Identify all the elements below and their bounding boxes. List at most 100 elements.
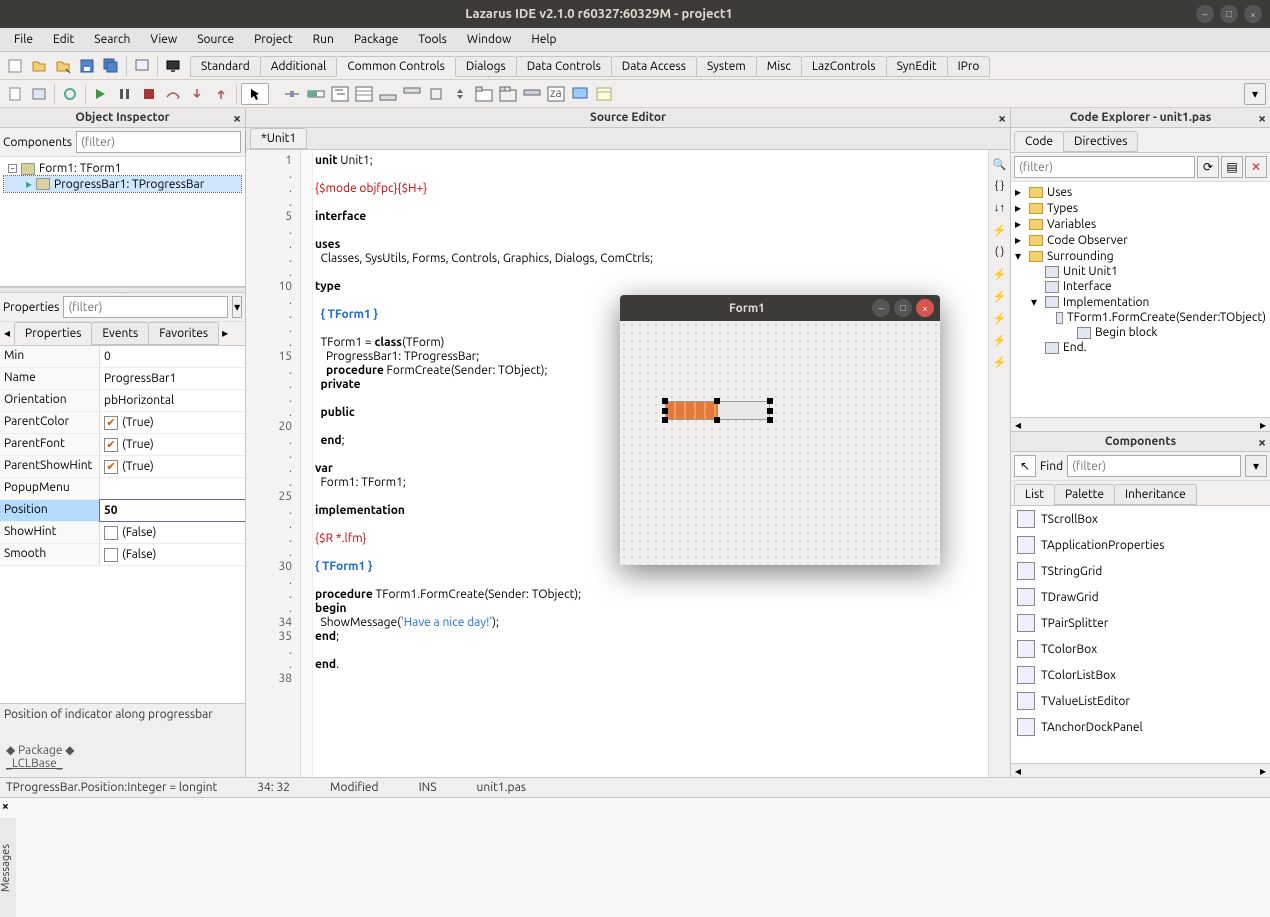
checkbox-icon[interactable]: [104, 416, 118, 430]
explorer-node[interactable]: Interface: [1013, 279, 1268, 294]
menu-project[interactable]: Project: [244, 31, 303, 48]
palette-tab-synedit[interactable]: SynEdit: [886, 56, 948, 77]
property-value[interactable]: ProgressBar1: [100, 368, 245, 389]
explorer-node[interactable]: ▸Code Observer: [1013, 232, 1268, 248]
resize-handle[interactable]: [662, 408, 668, 414]
explorer-node[interactable]: Unit Unit1: [1013, 264, 1268, 279]
component-popupnotifier-icon[interactable]: [569, 83, 591, 105]
component-datetimepicker-icon[interactable]: [593, 83, 615, 105]
form-titlebar[interactable]: Form1 – □ ×: [620, 295, 940, 321]
property-row[interactable]: ParentFont(True): [0, 434, 245, 456]
minimize-icon[interactable]: –: [872, 299, 890, 317]
brackets-icon[interactable]: { }: [992, 178, 1008, 194]
lightning-icon[interactable]: ⚡: [992, 354, 1008, 370]
jump-to-icon[interactable]: 🔍: [992, 156, 1008, 172]
menu-window[interactable]: Window: [457, 31, 521, 48]
sort-icon[interactable]: ↓↑: [992, 200, 1008, 216]
explorer-node[interactable]: TForm1.FormCreate(Sender:TObject): [1013, 310, 1268, 325]
filter-icon[interactable]: ▾: [232, 296, 242, 318]
tree-node[interactable]: ▸ProgressBar1: TProgressBar: [4, 176, 241, 192]
property-row[interactable]: ParentShowHint(True): [0, 456, 245, 478]
component-tree[interactable]: −Form1: TForm1▸ProgressBar1: TProgressBa…: [0, 157, 245, 287]
palette-tab-additional[interactable]: Additional: [260, 56, 338, 77]
save-all-icon[interactable]: [100, 55, 122, 77]
component-progressbar-icon[interactable]: [305, 83, 327, 105]
refresh-icon[interactable]: ⟳: [1197, 156, 1219, 178]
lightning-icon[interactable]: ⚡: [992, 310, 1008, 326]
close-icon[interactable]: ×: [998, 110, 1006, 126]
menu-package[interactable]: Package: [344, 31, 409, 48]
step-out-icon[interactable]: [210, 83, 232, 105]
menu-search[interactable]: Search: [84, 31, 140, 48]
explorer-node[interactable]: ▸Variables: [1013, 216, 1268, 232]
explorer-tab-code[interactable]: Code: [1014, 131, 1064, 152]
close-icon[interactable]: ×: [1258, 434, 1266, 450]
pause-icon[interactable]: [114, 83, 136, 105]
property-row[interactable]: NameProgressBar1: [0, 368, 245, 390]
messages-label[interactable]: Messages: [0, 818, 16, 917]
property-value[interactable]: pbHorizontal: [100, 390, 245, 411]
expander-icon[interactable]: ▸: [1015, 233, 1025, 247]
checkbox-icon[interactable]: [104, 548, 118, 562]
component-list-item[interactable]: TValueListEditor: [1011, 688, 1270, 714]
maximize-icon[interactable]: □: [1220, 5, 1238, 23]
property-value[interactable]: (False): [100, 522, 245, 543]
new-form2-icon[interactable]: [28, 83, 50, 105]
property-value[interactable]: (True): [100, 456, 245, 477]
properties-filter-input[interactable]: [63, 296, 228, 318]
palette-tab-ipro[interactable]: IPro: [947, 56, 991, 77]
pointer-tool-icon[interactable]: ↖: [1014, 455, 1036, 477]
open-icon[interactable]: [28, 55, 50, 77]
scrollbar-horizontal[interactable]: ◂▸: [1011, 417, 1270, 431]
scroll-left-icon[interactable]: ◂: [0, 322, 14, 345]
explorer-node[interactable]: Begin block: [1013, 325, 1268, 340]
component-list-item[interactable]: TAnchorDockPanel: [1011, 714, 1270, 740]
new-unit-icon[interactable]: [4, 83, 26, 105]
lightning-icon[interactable]: ⚡: [992, 266, 1008, 282]
clear-filter-icon[interactable]: ✕: [1245, 156, 1267, 178]
components-tab-list[interactable]: List: [1014, 484, 1055, 505]
monitor-icon[interactable]: [162, 55, 184, 77]
resize-handle[interactable]: [714, 417, 720, 423]
menu-file[interactable]: File: [4, 31, 43, 48]
property-value[interactable]: (False): [100, 544, 245, 565]
menu-view[interactable]: View: [140, 31, 187, 48]
scroll-right-icon[interactable]: ▸: [218, 322, 232, 345]
explorer-node[interactable]: ▸Uses: [1013, 184, 1268, 200]
progressbar-component[interactable]: [665, 401, 770, 420]
property-value[interactable]: (True): [100, 412, 245, 433]
palette-tab-data-access[interactable]: Data Access: [611, 56, 697, 77]
components-filter-input[interactable]: [76, 131, 241, 153]
resize-handle[interactable]: [767, 417, 773, 423]
explorer-node[interactable]: ▾Implementation: [1013, 294, 1268, 310]
filter-icon[interactable]: ▾: [1245, 455, 1267, 477]
close-icon[interactable]: ×: [1258, 110, 1266, 126]
expander-icon[interactable]: ▸: [1015, 201, 1025, 215]
close-icon[interactable]: ×: [2, 800, 9, 813]
checkbox-icon[interactable]: [104, 438, 118, 452]
palette-tab-lazcontrols[interactable]: LazControls: [801, 56, 887, 77]
resize-handle[interactable]: [662, 417, 668, 423]
palette-tab-dialogs[interactable]: Dialogs: [455, 56, 517, 77]
resize-handle[interactable]: [662, 398, 668, 404]
component-updown-icon[interactable]: [449, 83, 471, 105]
component-imagelist-icon[interactable]: za La: [545, 83, 567, 105]
components-list[interactable]: TScrollBoxTApplicationPropertiesTStringG…: [1011, 506, 1270, 763]
options-icon[interactable]: ▤: [1221, 156, 1243, 178]
component-list-item[interactable]: TStringGrid: [1011, 558, 1270, 584]
palette-tab-system[interactable]: System: [696, 56, 757, 77]
menu-help[interactable]: Help: [521, 31, 566, 48]
explorer-filter-input[interactable]: [1014, 156, 1195, 178]
prop-tab-properties[interactable]: Properties: [14, 322, 92, 345]
property-grid[interactable]: Min0NameProgressBar1OrientationpbHorizon…: [0, 346, 245, 703]
close-icon[interactable]: ×: [1244, 5, 1262, 23]
property-value[interactable]: 50: [100, 500, 245, 521]
palette-tab-standard[interactable]: Standard: [190, 56, 261, 77]
property-value[interactable]: (True): [100, 434, 245, 455]
components-tab-inheritance[interactable]: Inheritance: [1114, 484, 1197, 505]
save-icon[interactable]: [76, 55, 98, 77]
source-tab-unit1[interactable]: *Unit1: [250, 128, 307, 149]
component-pagecontrol-icon[interactable]: [473, 83, 495, 105]
component-list-item[interactable]: TScrollBox: [1011, 506, 1270, 532]
explorer-node[interactable]: End.: [1013, 340, 1268, 355]
